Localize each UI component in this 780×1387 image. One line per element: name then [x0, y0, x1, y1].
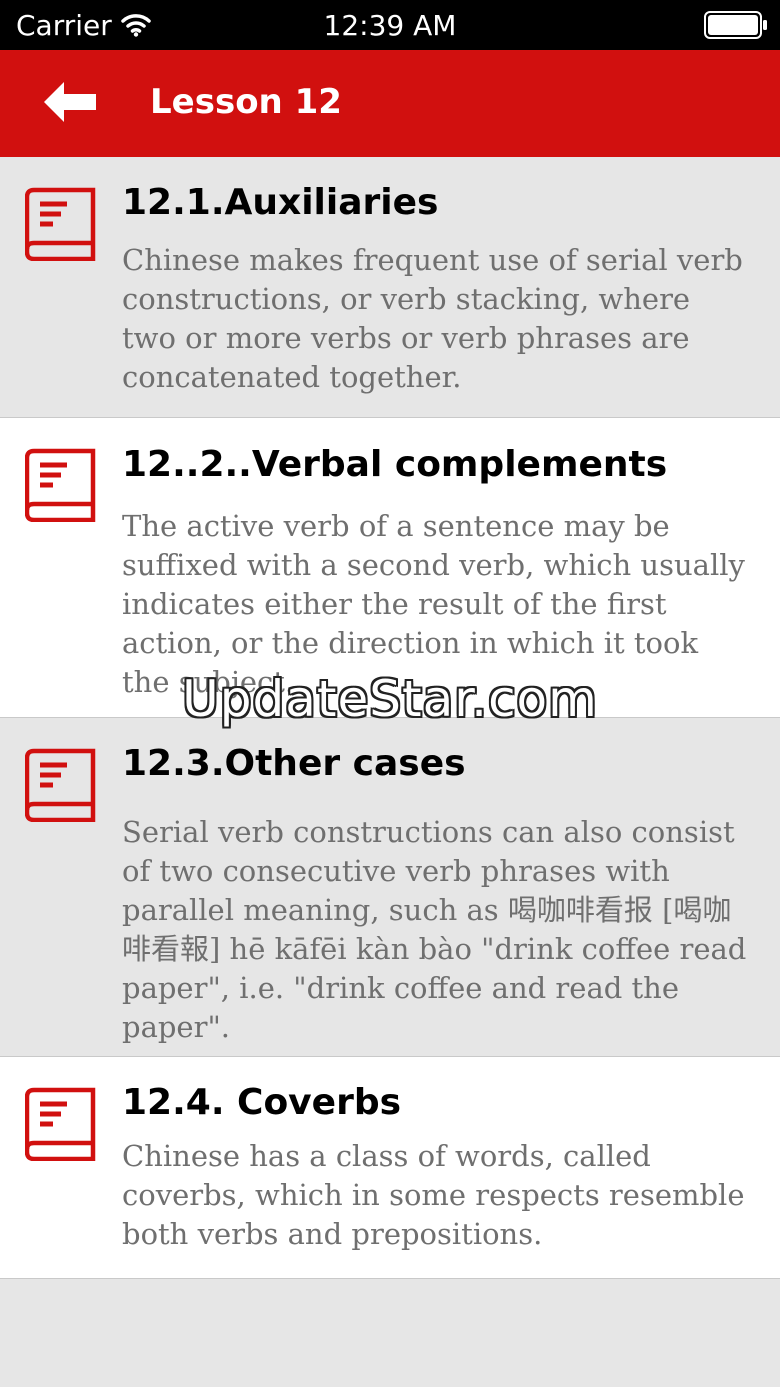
item-description: Serial verb constructions can also consi…	[122, 815, 747, 1044]
book-icon	[24, 748, 97, 827]
back-button[interactable]	[30, 74, 110, 134]
item-title: 12..2..Verbal complements	[122, 444, 668, 485]
battery-icon	[704, 11, 768, 46]
page-title: Lesson 12	[150, 82, 342, 122]
status-bar: Carrier 12:39 AM	[0, 0, 780, 50]
list-item[interactable]: 12.1.Auxiliaries Chinese makes frequent …	[0, 157, 780, 418]
back-arrow-icon	[42, 80, 98, 129]
item-description: Chinese makes frequent use of serial ver…	[122, 243, 743, 394]
book-icon	[24, 448, 97, 527]
list-item[interactable]: 12.3.Other cases Serial verb constructio…	[0, 718, 780, 1057]
list-item[interactable]: 12..2..Verbal complements The active ver…	[0, 418, 780, 718]
item-description: The active verb of a sentence may be suf…	[122, 509, 745, 699]
lesson-list: 12.1.Auxiliaries Chinese makes frequent …	[0, 157, 780, 1279]
list-item[interactable]: 12.4. Coverbs Chinese has a class of wor…	[0, 1057, 780, 1279]
item-title: 12.3.Other cases	[122, 743, 466, 784]
book-icon	[24, 1087, 97, 1166]
item-title: 12.1.Auxiliaries	[122, 182, 439, 223]
nav-bar: Lesson 12	[0, 50, 780, 157]
book-icon	[24, 187, 97, 266]
item-title: 12.4. Coverbs	[122, 1082, 402, 1123]
item-description: Chinese has a class of words, called cov…	[122, 1139, 745, 1251]
status-time: 12:39 AM	[323, 9, 457, 42]
